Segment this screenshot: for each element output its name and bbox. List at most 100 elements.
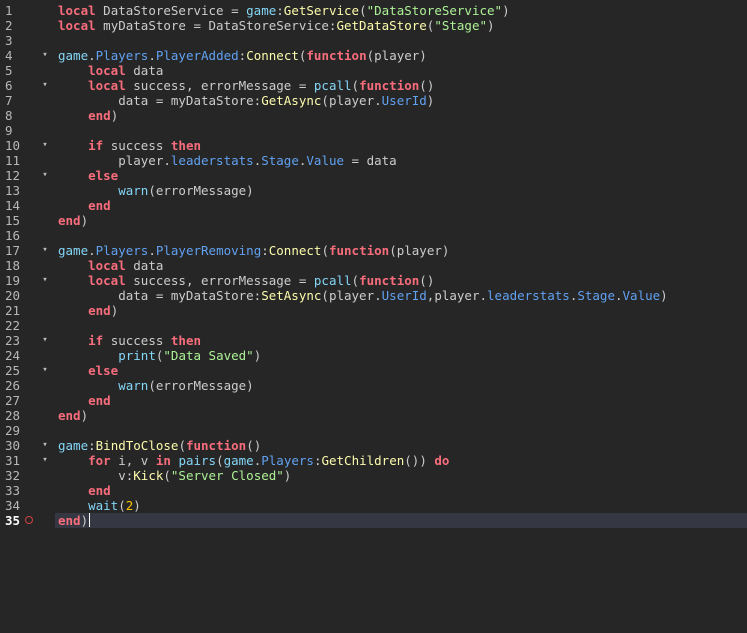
code-line[interactable]: local myDataStore = DataStoreService:Get… — [58, 18, 747, 33]
gutter-row[interactable]: 20 — [0, 288, 55, 303]
code-line[interactable]: player.leaderstats.Stage.Value = data — [58, 153, 747, 168]
code-line[interactable] — [58, 228, 747, 243]
code-token: ( — [359, 3, 367, 18]
code-line[interactable]: end — [58, 198, 747, 213]
script-editor[interactable]: 1 2 3 4 ▾ 5 6 ▾ 7 8 9 10 ▾ 11 12 ▾ 13 14 15 16 17 ▾ 18 19 ▾ 20 21 2… — [0, 0, 747, 633]
gutter-row[interactable]: 11 — [0, 153, 55, 168]
code-line[interactable] — [58, 423, 747, 438]
code-line[interactable]: end — [58, 393, 747, 408]
code-token: end — [58, 408, 81, 423]
gutter-row[interactable]: 3 — [0, 33, 55, 48]
gutter-row[interactable]: 7 — [0, 93, 55, 108]
gutter-row[interactable]: 23 ▾ — [0, 333, 55, 348]
chevron-down-icon[interactable]: ▾ — [40, 78, 50, 93]
code-line[interactable]: end) — [58, 303, 747, 318]
gutter-row[interactable]: 18 — [0, 258, 55, 273]
code-line[interactable]: v:Kick("Server Closed") — [58, 468, 747, 483]
gutter-row[interactable]: 34 — [0, 498, 55, 513]
code-line[interactable] — [58, 318, 747, 333]
gutter-row[interactable]: 1 — [0, 3, 55, 18]
code-token: local — [58, 3, 96, 18]
code-token: () — [246, 438, 262, 453]
gutter-row[interactable]: 16 — [0, 228, 55, 243]
gutter-row[interactable]: 25 ▾ — [0, 363, 55, 378]
chevron-down-icon[interactable]: ▾ — [40, 363, 50, 378]
code-line[interactable]: warn(errorMessage) — [58, 183, 747, 198]
code-line[interactable]: local DataStoreService = game:GetService… — [58, 3, 747, 18]
chevron-down-icon[interactable]: ▾ — [40, 168, 50, 183]
gutter-row[interactable]: 14 — [0, 198, 55, 213]
code-line[interactable]: if success then — [58, 138, 747, 153]
code-line[interactable]: data = myDataStore:GetAsync(player.UserI… — [58, 93, 747, 108]
chevron-down-icon[interactable]: ▾ — [40, 333, 50, 348]
gutter-row[interactable]: 5 — [0, 63, 55, 78]
line-number: 29 — [5, 423, 21, 438]
code-line[interactable]: for i, v in pairs(game.Players:GetChildr… — [58, 453, 747, 468]
chevron-down-icon[interactable]: ▾ — [40, 438, 50, 453]
code-line[interactable]: end) — [58, 108, 747, 123]
gutter-row[interactable]: 2 — [0, 18, 55, 33]
gutter-row[interactable]: 26 — [0, 378, 55, 393]
code-line[interactable]: local success, errorMessage = pcall(func… — [58, 273, 747, 288]
line-number: 12 — [5, 168, 21, 183]
chevron-down-icon[interactable]: ▾ — [40, 48, 50, 63]
gutter-row[interactable]: 15 — [0, 213, 55, 228]
chevron-down-icon[interactable]: ▾ — [40, 273, 50, 288]
code-token: "Data Saved" — [163, 348, 254, 363]
gutter-row[interactable]: 17 ▾ — [0, 243, 55, 258]
code-line[interactable]: game.Players.PlayerRemoving:Connect(func… — [58, 243, 747, 258]
gutter-row[interactable]: 35 — [0, 513, 55, 528]
code-area[interactable]: local DataStoreService = game:GetService… — [55, 0, 747, 633]
gutter-row[interactable]: 8 — [0, 108, 55, 123]
code-line[interactable]: end) — [58, 513, 747, 528]
code-line[interactable]: wait(2) — [58, 498, 747, 513]
code-token: Value — [306, 153, 345, 168]
code-line[interactable]: end — [58, 483, 747, 498]
gutter-row[interactable]: 24 — [0, 348, 55, 363]
code-token: GetChildren — [321, 453, 405, 468]
code-token: ( — [118, 498, 126, 513]
gutter-row[interactable]: 22 — [0, 318, 55, 333]
line-number: 27 — [5, 393, 21, 408]
gutter-row[interactable]: 9 — [0, 123, 55, 138]
code-line[interactable]: if success then — [58, 333, 747, 348]
code-token: ) — [253, 348, 262, 363]
gutter-row[interactable]: 32 — [0, 468, 55, 483]
gutter-row[interactable]: 19 ▾ — [0, 273, 55, 288]
gutter-row[interactable]: 28 — [0, 408, 55, 423]
gutter-row[interactable]: 6 ▾ — [0, 78, 55, 93]
code-line[interactable] — [58, 123, 747, 138]
code-token: ) — [133, 498, 141, 513]
code-line[interactable]: else — [58, 168, 747, 183]
gutter-row[interactable]: 29 — [0, 423, 55, 438]
chevron-down-icon[interactable]: ▾ — [40, 138, 50, 153]
code-line[interactable]: local data — [58, 258, 747, 273]
code-line[interactable]: local success, errorMessage = pcall(func… — [58, 78, 747, 93]
line-number-gutter[interactable]: 1 2 3 4 ▾ 5 6 ▾ 7 8 9 10 ▾ 11 12 ▾ 13 14 15 16 17 ▾ 18 19 ▾ 20 21 2… — [0, 0, 55, 633]
code-line[interactable]: else — [58, 363, 747, 378]
code-line[interactable]: end) — [58, 213, 747, 228]
code-line[interactable]: print("Data Saved") — [58, 348, 747, 363]
chevron-down-icon[interactable]: ▾ — [40, 243, 50, 258]
gutter-row[interactable]: 33 — [0, 483, 55, 498]
code-line[interactable]: game:BindToClose(function() — [58, 438, 747, 453]
code-line[interactable]: end) — [58, 408, 747, 423]
gutter-row[interactable]: 31 ▾ — [0, 453, 55, 468]
gutter-row[interactable]: 27 — [0, 393, 55, 408]
code-token: pcall — [313, 273, 352, 288]
code-line[interactable]: local data — [58, 63, 747, 78]
chevron-down-icon[interactable]: ▾ — [40, 453, 50, 468]
gutter-row[interactable]: 21 — [0, 303, 55, 318]
gutter-row[interactable]: 12 ▾ — [0, 168, 55, 183]
code-line[interactable]: warn(errorMessage) — [58, 378, 747, 393]
breakpoint-icon[interactable] — [25, 516, 33, 524]
gutter-row[interactable]: 13 — [0, 183, 55, 198]
code-line[interactable]: game.Players.PlayerAdded:Connect(functio… — [58, 48, 747, 63]
code-token: ) — [110, 303, 119, 318]
gutter-row[interactable]: 30 ▾ — [0, 438, 55, 453]
code-line[interactable]: data = myDataStore:SetAsync(player.UserI… — [58, 288, 747, 303]
gutter-row[interactable]: 10 ▾ — [0, 138, 55, 153]
gutter-row[interactable]: 4 ▾ — [0, 48, 55, 63]
code-line[interactable] — [58, 33, 747, 48]
